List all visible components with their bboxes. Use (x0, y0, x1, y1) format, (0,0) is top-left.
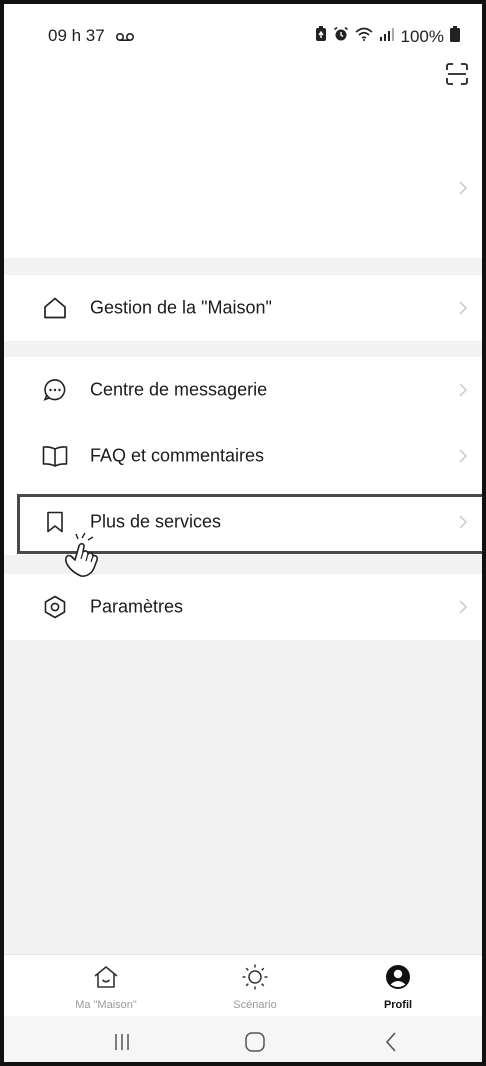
menu-item-label: Gestion de la "Maison" (90, 297, 272, 318)
profile-header[interactable] (4, 56, 482, 258)
menu-item-label: Centre de messagerie (90, 379, 268, 400)
home-square-icon (245, 1032, 265, 1052)
battery-icon (450, 26, 460, 47)
chevron-right-icon (459, 383, 468, 397)
system-nav-bar (4, 1016, 482, 1062)
house-icon (42, 295, 68, 321)
menu-item-label: FAQ et commentaires (90, 445, 265, 466)
phone-frame: 09 h 37 100% Gestion de la "Maison" Cent… (0, 0, 486, 1066)
status-bar: 09 h 37 100% (4, 4, 482, 56)
chevron-right-icon (459, 181, 468, 195)
menu-item-label: Paramètres (90, 596, 184, 617)
tab-scenario[interactable]: Scénario (195, 955, 315, 1017)
hand-cursor-icon (60, 530, 106, 585)
battery-percentage: 100% (400, 26, 444, 46)
home-card: Gestion de la "Maison" (4, 275, 482, 341)
tab-ma-maison[interactable]: Ma "Maison" (46, 955, 166, 1017)
voicemail-icon (115, 29, 135, 47)
book-icon (42, 443, 68, 469)
sun-icon (241, 963, 269, 991)
alarm-icon (333, 26, 349, 47)
signal-icon (379, 27, 395, 46)
menu-item-faq[interactable]: FAQ et commentaires (4, 423, 482, 489)
user-circle-icon (384, 963, 412, 991)
chevron-left-icon (385, 1032, 396, 1052)
tab-profil[interactable]: Profil (338, 955, 458, 1017)
message-icon (42, 377, 68, 403)
home-button[interactable] (235, 1024, 275, 1060)
status-time: 09 h 37 (48, 26, 105, 45)
scan-button[interactable] (444, 61, 470, 87)
menu-item-label: Plus de services (90, 511, 222, 532)
menu-item-message-center[interactable]: Centre de messagerie (4, 357, 482, 423)
settings-icon (42, 594, 68, 620)
scan-icon (446, 63, 468, 85)
tab-label: Ma "Maison" (75, 999, 137, 1011)
recent-apps-icon (115, 1034, 129, 1050)
tab-label: Scénario (233, 999, 277, 1011)
status-icons: 100% (315, 26, 460, 47)
support-card: Centre de messagerie FAQ et commentaires… (4, 357, 482, 555)
chevron-right-icon (459, 449, 468, 463)
menu-item-home-management[interactable]: Gestion de la "Maison" (4, 275, 482, 341)
battery-saver-icon (315, 26, 327, 47)
chevron-right-icon (459, 600, 468, 614)
home-outline-icon (92, 963, 120, 991)
chevron-right-icon (459, 515, 468, 529)
wifi-icon (354, 27, 373, 46)
tab-label: Profil (383, 999, 413, 1011)
back-button[interactable] (371, 1024, 411, 1060)
recent-apps-button[interactable] (102, 1024, 142, 1060)
chevron-right-icon (459, 301, 468, 315)
bottom-tab-bar: Ma "Maison" Scénario Profil (4, 954, 482, 1017)
